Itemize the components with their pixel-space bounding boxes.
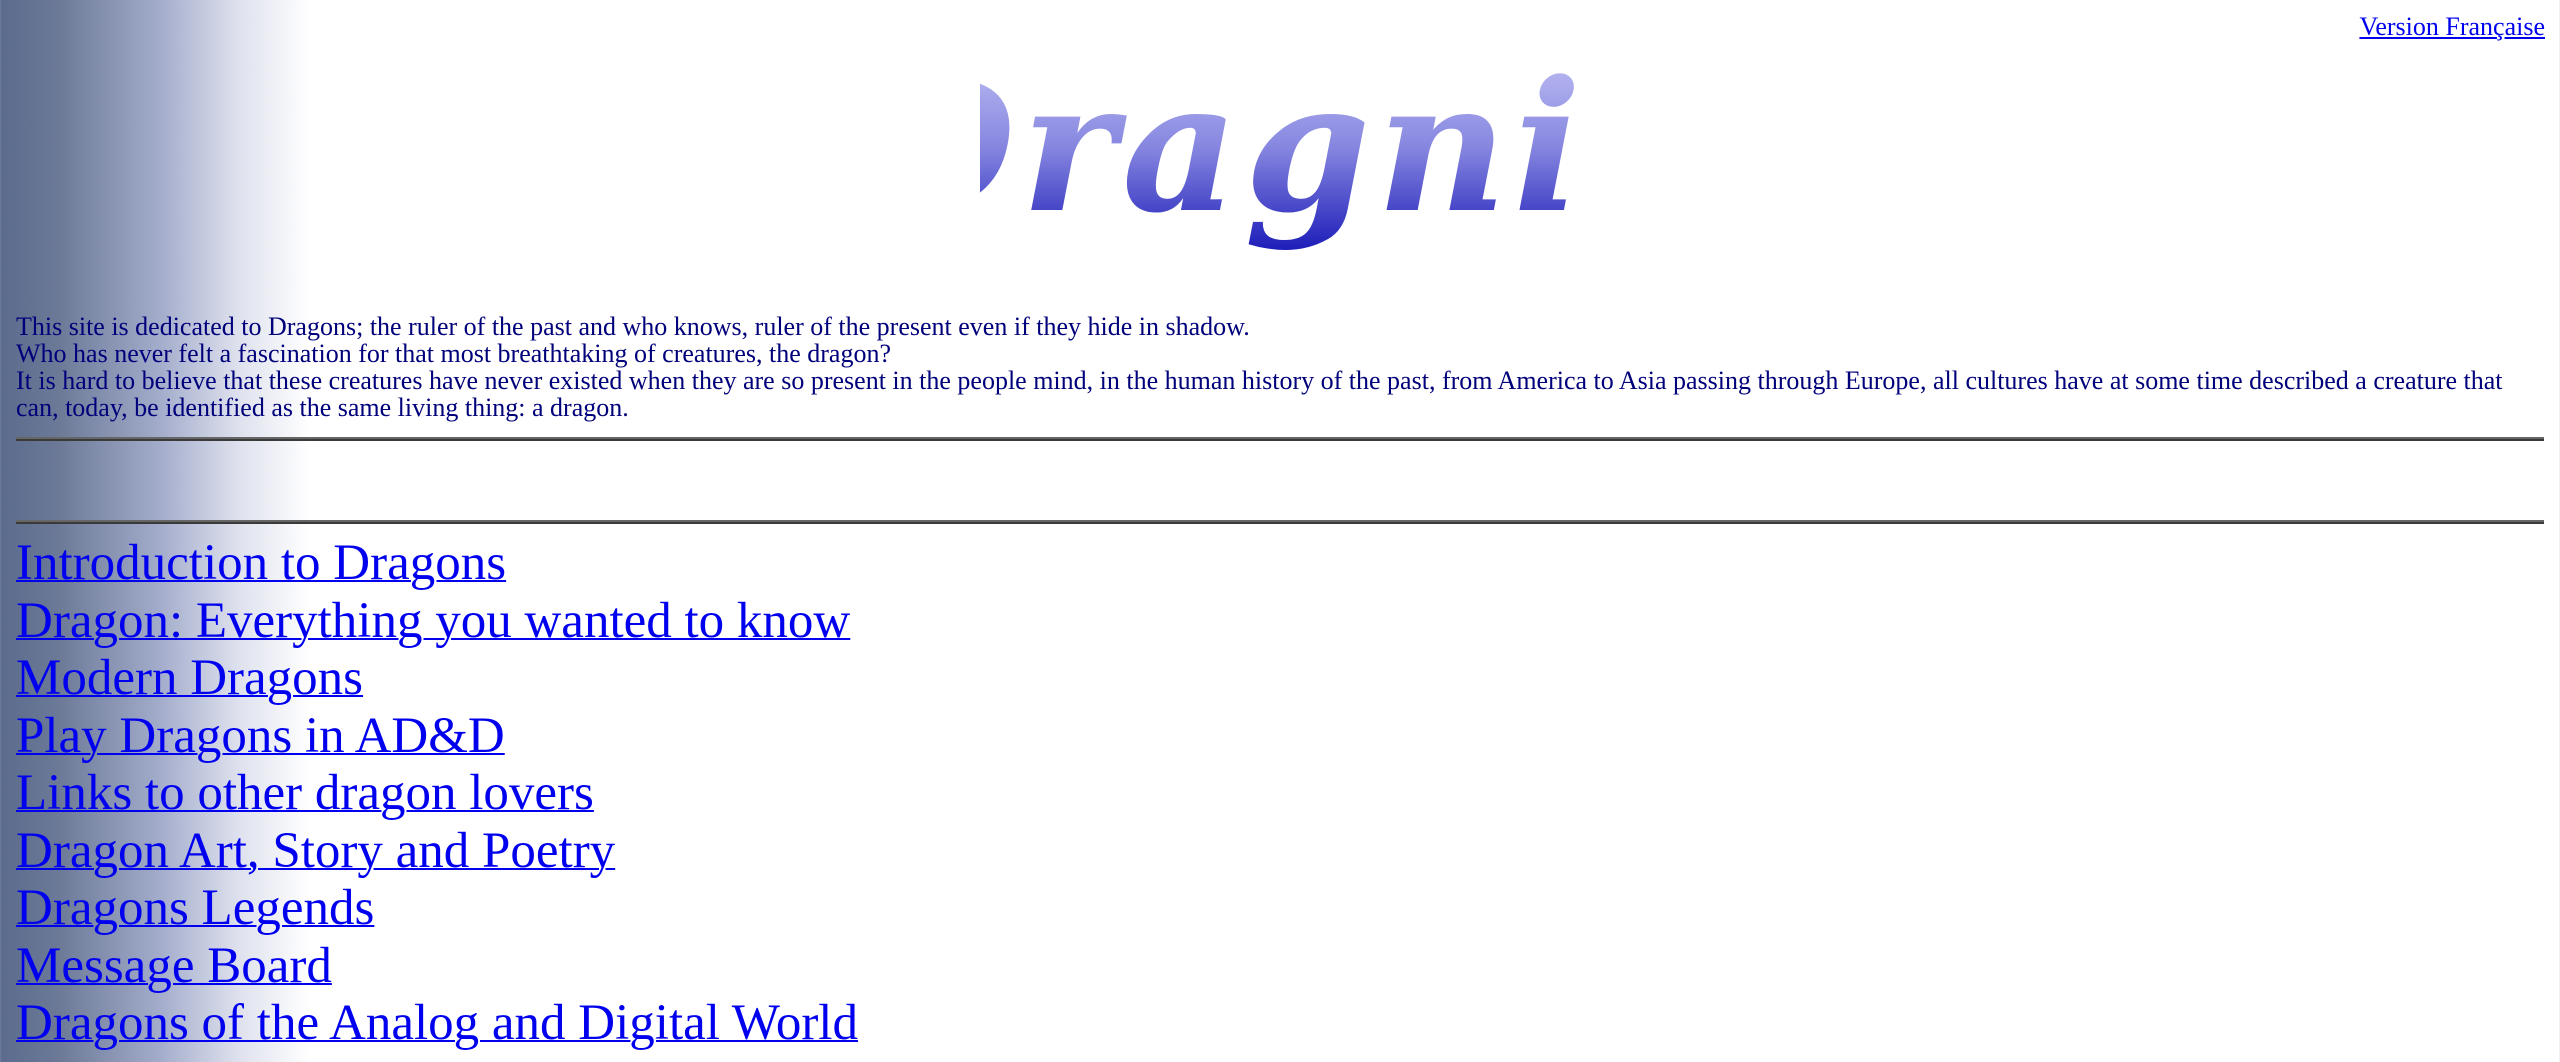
nav-link-legends[interactable]: Dragons Legends	[16, 880, 374, 936]
version-francaise-link[interactable]: Version Française	[2359, 12, 2545, 42]
intro-line: This site is dedicated to Dragons; the r…	[16, 312, 1250, 341]
divider	[16, 520, 2544, 524]
intro-line: It is hard to believe that these creatur…	[16, 366, 2503, 422]
nav-link-analog-digital[interactable]: Dragons of the Analog and Digital World	[16, 995, 858, 1051]
nav-item: Play Dragons in AD&D	[16, 708, 858, 766]
nav-link-art[interactable]: Dragon Art, Story and Poetry	[16, 823, 615, 879]
nav-item: Introduction to Dragons	[16, 535, 858, 593]
intro-text: This site is dedicated to Dragons; the r…	[16, 313, 2526, 421]
logo: Dragnix	[0, 40, 2560, 280]
main-nav: Introduction to Dragons Dragon: Everythi…	[16, 535, 858, 1053]
logo-graphic: Dragnix	[980, 42, 1580, 253]
nav-link-add[interactable]: Play Dragons in AD&D	[16, 708, 505, 764]
nav-item: Dragons Legends	[16, 880, 858, 938]
nav-item: Message Board	[16, 938, 858, 996]
nav-link-links[interactable]: Links to other dragon lovers	[16, 765, 594, 821]
nav-link-everything[interactable]: Dragon: Everything you wanted to know	[16, 593, 850, 649]
nav-item: Links to other dragon lovers	[16, 765, 858, 823]
nav-item: Dragons of the Analog and Digital World	[16, 995, 858, 1053]
divider	[16, 437, 2544, 441]
nav-item: Dragon Art, Story and Poetry	[16, 823, 858, 881]
nav-link-message-board[interactable]: Message Board	[16, 938, 332, 994]
logo-text: Dragnix	[980, 42, 1580, 253]
intro-line: Who has never felt a fascination for tha…	[16, 339, 891, 368]
nav-link-modern-dragons[interactable]: Modern Dragons	[16, 650, 363, 706]
nav-link-introduction[interactable]: Introduction to Dragons	[16, 535, 506, 591]
nav-item: Modern Dragons	[16, 650, 858, 708]
nav-item: Dragon: Everything you wanted to know	[16, 593, 858, 651]
